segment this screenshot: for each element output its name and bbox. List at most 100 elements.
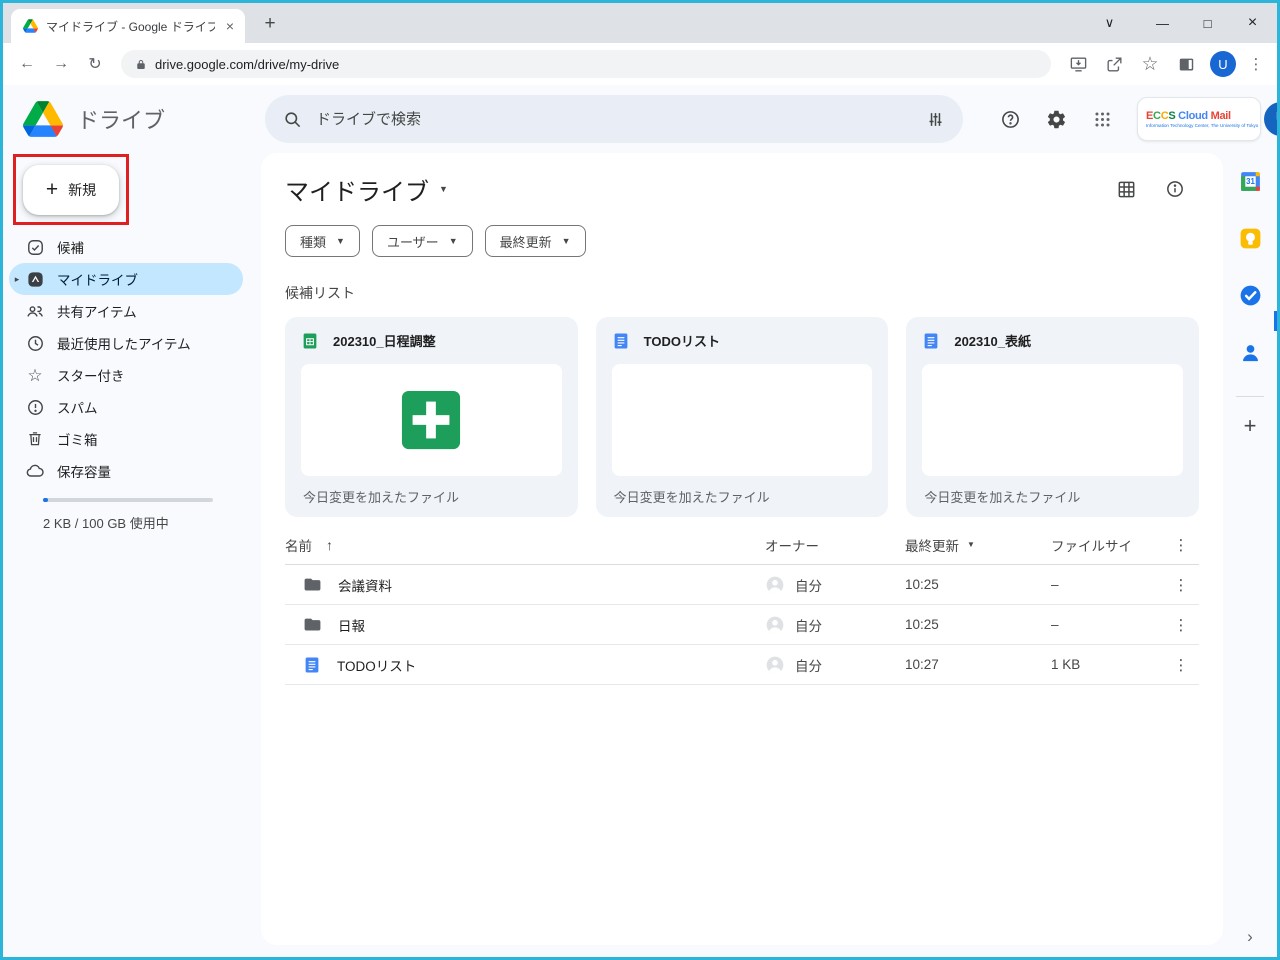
column-size[interactable]: ファイルサイ	[1051, 535, 1163, 555]
new-button-label: 新規	[68, 180, 96, 200]
workspace-side-panel: 31 + ›	[1223, 153, 1277, 957]
calendar-icon[interactable]: 31	[1237, 168, 1263, 194]
owner-name: 自分	[795, 615, 822, 635]
file-row[interactable]: TODOリスト 自分 10:27 1 KB ⋮	[285, 645, 1199, 685]
suggestion-card[interactable]: 202310_日程調整 今日変更を加えたファイル	[285, 317, 578, 517]
suggestions-icon	[25, 237, 45, 257]
sidebar-item-label: 共有アイテム	[57, 301, 137, 321]
help-icon[interactable]	[991, 100, 1029, 138]
bookmark-star-icon[interactable]: ☆	[1135, 50, 1165, 78]
docs-icon	[922, 332, 940, 350]
page-title[interactable]: マイドライブ	[285, 172, 429, 207]
suggestions-label: 候補リスト	[285, 283, 1199, 303]
storage-progress-fill	[43, 498, 48, 502]
forward-icon[interactable]: →	[47, 50, 75, 78]
browser-tab[interactable]: マイドライブ - Google ドライブ ×	[11, 9, 245, 43]
share-icon[interactable]	[1099, 50, 1129, 78]
chevron-down-icon: ▼	[449, 236, 458, 246]
address-bar[interactable]: drive.google.com/drive/my-drive	[121, 50, 1051, 78]
search-bar[interactable]	[265, 95, 963, 143]
sidebar-item-label: スパム	[57, 397, 98, 417]
sidebar-item-spam[interactable]: スパム	[9, 391, 243, 423]
install-app-icon[interactable]	[1063, 50, 1093, 78]
drive-logo-icon	[23, 101, 63, 137]
card-preview	[922, 364, 1183, 476]
file-size: 1 KB	[1051, 657, 1163, 672]
clock-icon	[25, 333, 45, 353]
star-icon: ☆	[25, 365, 45, 385]
sidebar-item-starred[interactable]: ☆ スター付き	[9, 359, 243, 391]
window-controls: ∨ — □ ×	[1087, 3, 1275, 43]
sidebar-item-trash[interactable]: ゴミ箱	[9, 423, 243, 455]
chevron-down-icon: ▼	[562, 236, 571, 246]
sidebar-item-my-drive[interactable]: ▸ マイドライブ	[9, 263, 243, 295]
eccs-logo: ECCS Cloud Mail Information Technology C…	[1146, 110, 1258, 127]
collapse-side-panel-icon[interactable]: ›	[1247, 927, 1253, 947]
tab-search-icon[interactable]: ∨	[1087, 15, 1132, 31]
reload-icon[interactable]: ↻	[81, 50, 109, 78]
file-row[interactable]: 日報 自分 10:25 – ⋮	[285, 605, 1199, 645]
close-button[interactable]: ×	[1230, 14, 1275, 32]
card-title: 202310_表紙	[954, 331, 1031, 350]
sidebar-item-recent[interactable]: 最近使用したアイテム	[9, 327, 243, 359]
minimize-button[interactable]: —	[1140, 16, 1185, 31]
contacts-icon[interactable]	[1237, 339, 1263, 365]
row-more-icon[interactable]: ⋮	[1163, 616, 1199, 634]
add-addon-icon[interactable]: +	[1244, 413, 1257, 439]
browser-menu-icon[interactable]: ⋮	[1245, 55, 1267, 73]
row-more-icon[interactable]: ⋮	[1163, 576, 1199, 594]
card-footer: 今日変更を加えたファイル	[922, 476, 1183, 517]
sidebar-item-storage[interactable]: 保存容量	[9, 455, 243, 487]
url-text: drive.google.com/drive/my-drive	[155, 57, 339, 72]
back-icon[interactable]: ←	[13, 50, 41, 78]
docs-icon	[612, 332, 630, 350]
sidebar-item-label: 候補	[57, 237, 84, 257]
column-name[interactable]: 名前	[285, 535, 312, 555]
filter-chip-type[interactable]: 種類 ▼	[285, 225, 360, 257]
column-modified[interactable]: 最終更新	[905, 535, 959, 555]
tasks-icon[interactable]	[1237, 282, 1263, 308]
card-footer: 今日変更を加えたファイル	[612, 476, 873, 517]
sidebar-item-suggestions[interactable]: 候補	[9, 231, 243, 263]
keep-icon[interactable]	[1237, 225, 1263, 251]
browser-profile-avatar[interactable]: U	[1210, 51, 1236, 77]
apps-grid-icon[interactable]	[1083, 100, 1121, 138]
suggestion-card[interactable]: 202310_表紙 今日変更を加えたファイル	[906, 317, 1199, 517]
sidebar-item-label: 最近使用したアイテム	[57, 333, 191, 353]
expand-arrow-icon[interactable]: ▸	[9, 274, 25, 285]
tab-close-icon[interactable]: ×	[223, 18, 237, 34]
account-badge[interactable]: ECCS Cloud Mail Information Technology C…	[1137, 97, 1261, 141]
shared-people-icon	[25, 301, 45, 321]
search-input[interactable]	[316, 111, 912, 128]
sidebar-item-label: スター付き	[57, 365, 125, 385]
search-options-icon[interactable]	[926, 110, 945, 129]
title-dropdown-icon[interactable]: ▼	[439, 184, 448, 194]
side-panel-icon[interactable]	[1171, 50, 1201, 78]
side-panel-divider	[1236, 396, 1264, 397]
column-owner[interactable]: オーナー	[765, 535, 905, 555]
suggestion-card[interactable]: TODOリスト 今日変更を加えたファイル	[596, 317, 889, 517]
maximize-button[interactable]: □	[1185, 16, 1230, 31]
content-row: マイドライブ ▼ 種類	[261, 153, 1277, 957]
owner-name: 自分	[795, 575, 822, 595]
settings-gear-icon[interactable]	[1037, 100, 1075, 138]
new-tab-button[interactable]: +	[257, 13, 283, 35]
file-size: –	[1051, 577, 1163, 592]
grid-view-icon[interactable]	[1116, 179, 1137, 200]
sort-asc-icon[interactable]: ↑	[326, 537, 333, 553]
owner-name: 自分	[795, 655, 822, 675]
account-avatar[interactable]: U	[1264, 102, 1280, 136]
owner-avatar	[765, 575, 785, 595]
file-size: –	[1051, 617, 1163, 632]
filter-chip-modified[interactable]: 最終更新 ▼	[485, 225, 586, 257]
folder-icon	[303, 615, 322, 634]
sidebar-item-shared[interactable]: 共有アイテム	[9, 295, 243, 327]
chevron-down-icon[interactable]: ▼	[967, 540, 975, 549]
info-icon[interactable]	[1165, 179, 1185, 199]
new-button[interactable]: + 新規	[23, 165, 119, 215]
filter-chip-people[interactable]: ユーザー ▼	[372, 225, 473, 257]
row-more-icon[interactable]: ⋮	[1163, 656, 1199, 674]
docs-icon	[303, 656, 321, 674]
file-row[interactable]: 会議資料 自分 10:25 – ⋮	[285, 565, 1199, 605]
header-more-icon[interactable]: ⋮	[1163, 536, 1199, 554]
